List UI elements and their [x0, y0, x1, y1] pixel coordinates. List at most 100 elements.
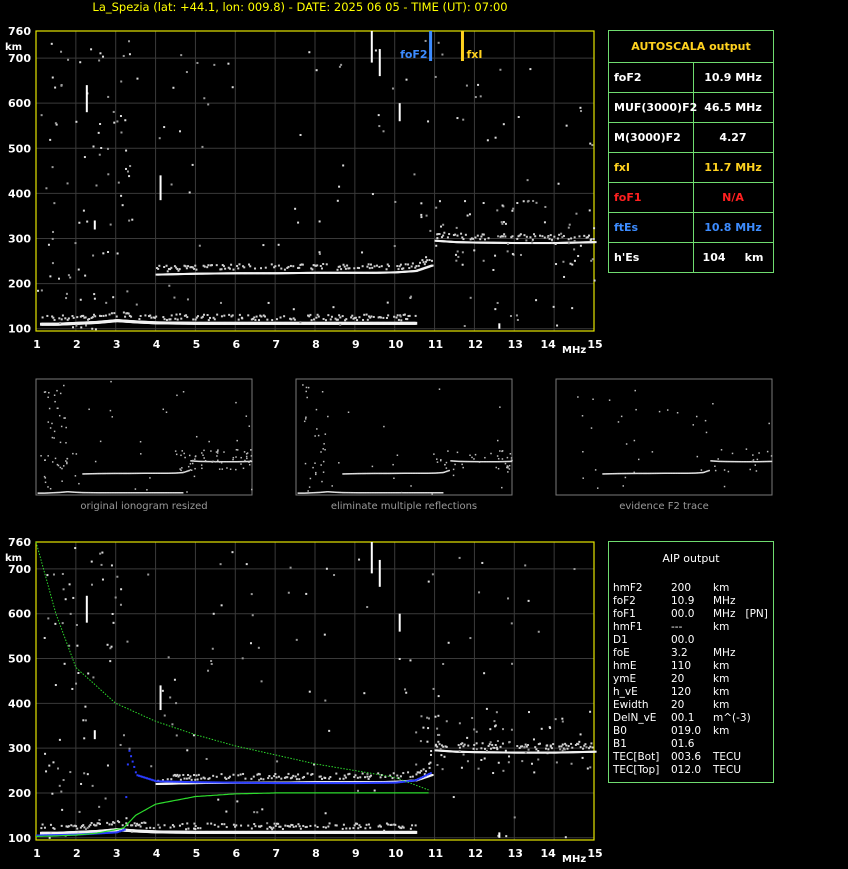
echo-point: [242, 772, 245, 775]
noise-point: [102, 252, 105, 255]
panel-noise-point: [232, 456, 235, 459]
noise-point: [391, 87, 394, 90]
noise-point: [267, 301, 270, 304]
echo-point: [292, 825, 295, 828]
noise-point: [111, 612, 114, 615]
noise-point: [91, 784, 94, 787]
echo-point: [162, 316, 165, 319]
panel-noise-point: [507, 471, 509, 473]
noise-point: [54, 86, 57, 89]
noise-point: [231, 551, 234, 554]
y-tick-label: 300: [8, 742, 31, 755]
echo-point: [203, 313, 206, 316]
panel-noise-point: [308, 486, 311, 488]
echo-point: [76, 827, 79, 830]
noise-point: [466, 736, 469, 739]
noise-point: [339, 323, 342, 326]
echo-point: [577, 743, 580, 746]
noise-point: [60, 790, 63, 793]
echo-point: [208, 316, 211, 319]
noise-point: [58, 738, 61, 741]
noise-point: [84, 705, 87, 708]
echo-point: [358, 316, 361, 319]
panel-noise-point: [436, 461, 439, 463]
echo-point: [487, 744, 490, 747]
echo-point: [75, 825, 78, 828]
noise-point: [47, 617, 50, 620]
noise-point: [219, 301, 222, 304]
x-tick-label: 7: [272, 847, 280, 860]
echo-point: [579, 746, 582, 749]
aip-param-name: D1: [613, 634, 628, 646]
noise-point: [49, 138, 52, 141]
echo-point: [108, 313, 111, 316]
echo-point: [243, 266, 246, 269]
aip-param-value: 00.1: [671, 712, 695, 724]
echo-point: [367, 263, 370, 266]
echo-point: [271, 319, 274, 322]
echo-point: [178, 774, 181, 777]
echo-point: [538, 234, 541, 237]
echo-point: [297, 773, 300, 776]
panel-noise-point: [496, 455, 499, 457]
marker-fxI-bar: [460, 31, 464, 61]
model-traces: [35, 541, 432, 837]
panel-frame: [295, 378, 513, 496]
panel-noise-point: [501, 486, 503, 489]
panel-frame: [555, 378, 773, 496]
echo-point: [138, 318, 141, 321]
noise-point: [97, 131, 100, 134]
panel-noise-point: [452, 468, 455, 471]
echo-point: [426, 259, 429, 262]
echo-point: [220, 315, 223, 318]
echo-point: [206, 822, 209, 825]
aip-param-value: 200: [671, 582, 692, 594]
noise-point: [485, 749, 488, 752]
echo-streak: [498, 323, 501, 329]
echo-point: [499, 745, 502, 748]
noise-point: [374, 49, 377, 52]
noise-point: [474, 96, 477, 99]
echo-point: [53, 827, 56, 830]
noise-point: [546, 236, 549, 239]
noise-point: [54, 684, 57, 687]
noise-point: [530, 762, 533, 765]
noise-point: [261, 808, 264, 811]
echo-point: [294, 775, 297, 778]
echo-point: [104, 314, 107, 317]
noise-point: [552, 305, 555, 308]
echo-point: [244, 777, 247, 780]
echo-point: [165, 264, 168, 267]
noise-point: [169, 696, 172, 699]
echo-point: [71, 315, 74, 318]
echo-point: [549, 234, 552, 237]
autoscala-col-divider: [693, 62, 694, 92]
echo-point: [139, 825, 142, 828]
panel-noise-point: [218, 468, 221, 470]
noise-point: [78, 810, 81, 813]
noise-point: [308, 51, 311, 54]
x-tick-label: 6: [232, 338, 240, 351]
noise-point: [426, 716, 429, 719]
ionogram-bottom: 760700600500400300200100km1 2 3 4 5 6 7 8 9 10 11 1…: [5, 536, 603, 865]
echo-point: [309, 824, 312, 827]
noise-point: [510, 622, 513, 625]
echo-point: [590, 742, 593, 745]
echo-point: [372, 315, 375, 318]
echo-point: [201, 315, 204, 318]
noise-point: [295, 638, 298, 641]
panel-noise-point: [140, 453, 142, 455]
panel-noise-point: [473, 458, 475, 460]
echo-point: [169, 826, 172, 829]
echo-point: [370, 315, 373, 318]
noise-point: [86, 773, 89, 776]
panel-noise-point: [745, 448, 748, 450]
panel-noise-point: [506, 456, 509, 459]
echo-point: [150, 316, 153, 319]
noise-point: [565, 124, 568, 127]
y-tick-label: 760: [8, 25, 31, 38]
panel-noise-point: [217, 459, 219, 462]
aip-param-value: 110: [671, 660, 692, 672]
noise-point: [560, 232, 563, 235]
echo-point: [489, 747, 492, 750]
